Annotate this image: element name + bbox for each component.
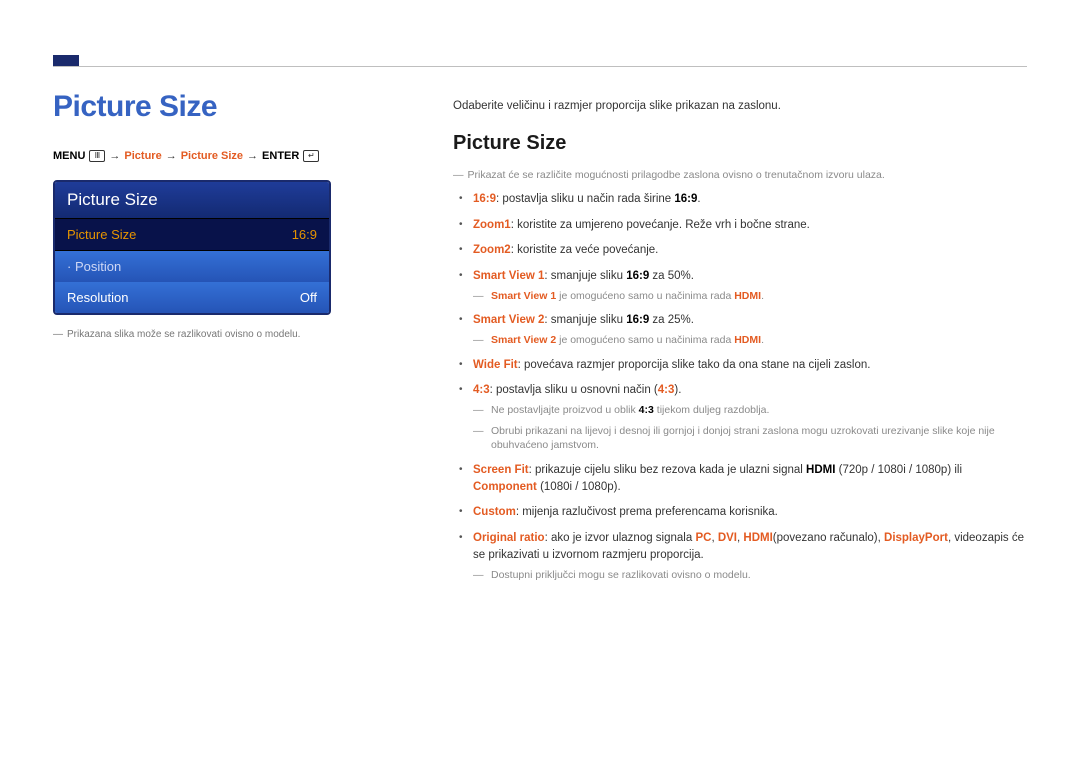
sub-note-end: . xyxy=(761,334,764,346)
option-text-end: . xyxy=(697,193,700,205)
sub-note-key2: HDMI xyxy=(734,334,761,346)
enter-icon: ↵ xyxy=(303,150,319,162)
option-key-inline4: DisplayPort xyxy=(884,532,948,544)
sub-note-text: je omogućeno samo u načinima rada xyxy=(556,290,734,302)
option-key-inline: 16:9 xyxy=(626,314,649,326)
intro-text: Odaberite veličinu i razmjer proporcija … xyxy=(453,100,1027,112)
list-item: Smart View 2: smanjuje sliku 16:9 za 25%… xyxy=(473,312,1027,347)
osd-row-label: · Position xyxy=(67,259,121,274)
lead-note-text: Prikazat će se različite mogućnosti pril… xyxy=(468,169,885,181)
breadcrumb-arrow: → xyxy=(166,150,177,162)
option-key: Wide Fit xyxy=(473,359,518,371)
osd-title: Picture Size xyxy=(55,182,329,218)
option-text: : postavlja sliku u osnovni način ( xyxy=(490,384,658,396)
section-sub-title: Picture Size xyxy=(453,132,1027,155)
option-key-inline2: Component xyxy=(473,481,537,493)
option-text: : prikazuje cijelu sliku bez rezova kada… xyxy=(529,464,806,476)
list-item: 16:9: postavlja sliku u način rada širin… xyxy=(473,191,1027,208)
option-key: Zoom1 xyxy=(473,219,511,231)
osd-row-label: Picture Size xyxy=(67,227,136,242)
dash-icon: ― xyxy=(53,329,63,340)
option-key-inline: 16:9 xyxy=(674,193,697,205)
option-text-end: za 50%. xyxy=(649,270,694,282)
option-key: Smart View 2 xyxy=(473,314,544,326)
option-key-inline: 16:9 xyxy=(626,270,649,282)
option-key-inline: PC xyxy=(695,532,711,544)
list-item: 4:3: postavlja sliku u osnovni način (4:… xyxy=(473,382,1027,453)
sub-note: ― Obrubi prikazani na lijevoj i desnoj i… xyxy=(473,424,1027,453)
sub-note-text: Dostupni priključci mogu se razlikovati … xyxy=(491,569,751,581)
menu-icon: Ⅲ xyxy=(89,150,105,162)
sub-note-end: tijekom duljeg razdoblja. xyxy=(654,404,770,416)
breadcrumb-arrow: → xyxy=(247,150,258,162)
left-footnote-text: Prikazana slika može se razlikovati ovis… xyxy=(67,329,300,340)
option-text2: (720p / 1080i / 1080p) ili xyxy=(835,464,962,476)
sub-note-key: 4:3 xyxy=(639,404,654,416)
list-item: Zoom1: koristite za umjereno povećanje. … xyxy=(473,217,1027,234)
sub-note: Smart View 1 je omogućeno samo u načinim… xyxy=(473,289,1027,304)
sub-note-text: Ne postavljajte proizvod u oblik xyxy=(491,404,639,416)
option-key: Screen Fit xyxy=(473,464,529,476)
sub-note: Dostupni priključci mogu se razlikovati … xyxy=(473,568,1027,583)
list-item: Zoom2: koristite za veće povećanje. xyxy=(473,242,1027,259)
list-item: Custom: mijenja razlučivost prema prefer… xyxy=(473,504,1027,521)
page-title: Picture Size xyxy=(53,90,393,124)
osd-row-picture-size[interactable]: Picture Size 16:9 xyxy=(55,218,329,251)
breadcrumb-picture: Picture xyxy=(124,150,161,162)
option-text: : povećava razmjer proporcija slike tako… xyxy=(518,359,871,371)
sub-note: Smart View 2 je omogućeno samo u načinim… xyxy=(473,333,1027,348)
right-column: Odaberite veličinu i razmjer proporcija … xyxy=(453,90,1027,591)
breadcrumb-menu-label: MENU xyxy=(53,150,85,162)
page-content: Picture Size MENU Ⅲ → Picture → Picture … xyxy=(53,90,1027,591)
sub-note-key: Smart View 1 xyxy=(491,290,556,302)
dash-icon: ― xyxy=(453,169,464,181)
sub-note-end: . xyxy=(761,290,764,302)
sub-note-text: je omogućeno samo u načinima rada xyxy=(556,334,734,346)
osd-menu: Picture Size Picture Size 16:9 · Positio… xyxy=(53,180,331,315)
option-text: : postavlja sliku u način rada širine xyxy=(496,193,674,205)
option-key-inline2: DVI xyxy=(718,532,737,544)
list-item: Screen Fit: prikazuje cijelu sliku bez r… xyxy=(473,462,1027,495)
lead-note: ― Prikazat će se različite mogućnosti pri… xyxy=(453,169,1027,181)
option-text: : koristite za veće povećanje. xyxy=(511,244,659,256)
option-text: : smanjuje sliku xyxy=(544,270,626,282)
option-text: : ako je izvor ulaznog signala xyxy=(545,532,696,544)
sub-note-key2: HDMI xyxy=(734,290,761,302)
breadcrumb-arrow: → xyxy=(109,150,120,162)
osd-row-position[interactable]: · Position xyxy=(55,251,329,282)
osd-row-value: 16:9 xyxy=(292,227,317,242)
breadcrumb: MENU Ⅲ → Picture → Picture Size → ENTER … xyxy=(53,150,393,162)
option-key: 16:9 xyxy=(473,193,496,205)
option-key: Zoom2 xyxy=(473,244,511,256)
osd-row-label: Resolution xyxy=(67,290,128,305)
left-footnote: ― Prikazana slika može se razlikovati ovi… xyxy=(53,329,393,340)
option-key: Original ratio xyxy=(473,532,545,544)
option-key: 4:3 xyxy=(473,384,490,396)
option-text2: (povezano računalo), xyxy=(773,532,884,544)
osd-row-value: Off xyxy=(300,290,317,305)
option-key-inline: 4:3 xyxy=(658,384,675,396)
list-item: Smart View 1: smanjuje sliku 16:9 za 50%… xyxy=(473,268,1027,303)
option-key-inline: HDMI xyxy=(806,464,835,476)
list-item: Original ratio: ako je izvor ulaznog sig… xyxy=(473,530,1027,582)
option-text-end: ). xyxy=(674,384,681,396)
option-text: : mijenja razlučivost prema preferencama… xyxy=(516,506,778,518)
option-text: : smanjuje sliku xyxy=(544,314,626,326)
sub-note: Ne postavljajte proizvod u oblik 4:3 tij… xyxy=(473,403,1027,418)
breadcrumb-picture-size: Picture Size xyxy=(181,150,243,162)
horizontal-rule xyxy=(53,66,1027,67)
options-list: 16:9: postavlja sliku u način rada širin… xyxy=(453,191,1027,582)
option-key: Custom xyxy=(473,506,516,518)
option-text: : koristite za umjereno povećanje. Reže … xyxy=(511,219,810,231)
sub-note-long: Obrubi prikazani na lijevoj i desnoj ili… xyxy=(491,425,995,452)
sub-note-key: Smart View 2 xyxy=(491,334,556,346)
osd-row-resolution[interactable]: Resolution Off xyxy=(55,282,329,313)
option-key-inline3: HDMI xyxy=(743,532,772,544)
list-item: Wide Fit: povećava razmjer proporcija sl… xyxy=(473,357,1027,374)
option-text-end: za 25%. xyxy=(649,314,694,326)
left-column: Picture Size MENU Ⅲ → Picture → Picture … xyxy=(53,90,393,591)
option-text3: (1080i / 1080p). xyxy=(537,481,621,493)
breadcrumb-enter-label: ENTER xyxy=(262,150,299,162)
option-key: Smart View 1 xyxy=(473,270,544,282)
